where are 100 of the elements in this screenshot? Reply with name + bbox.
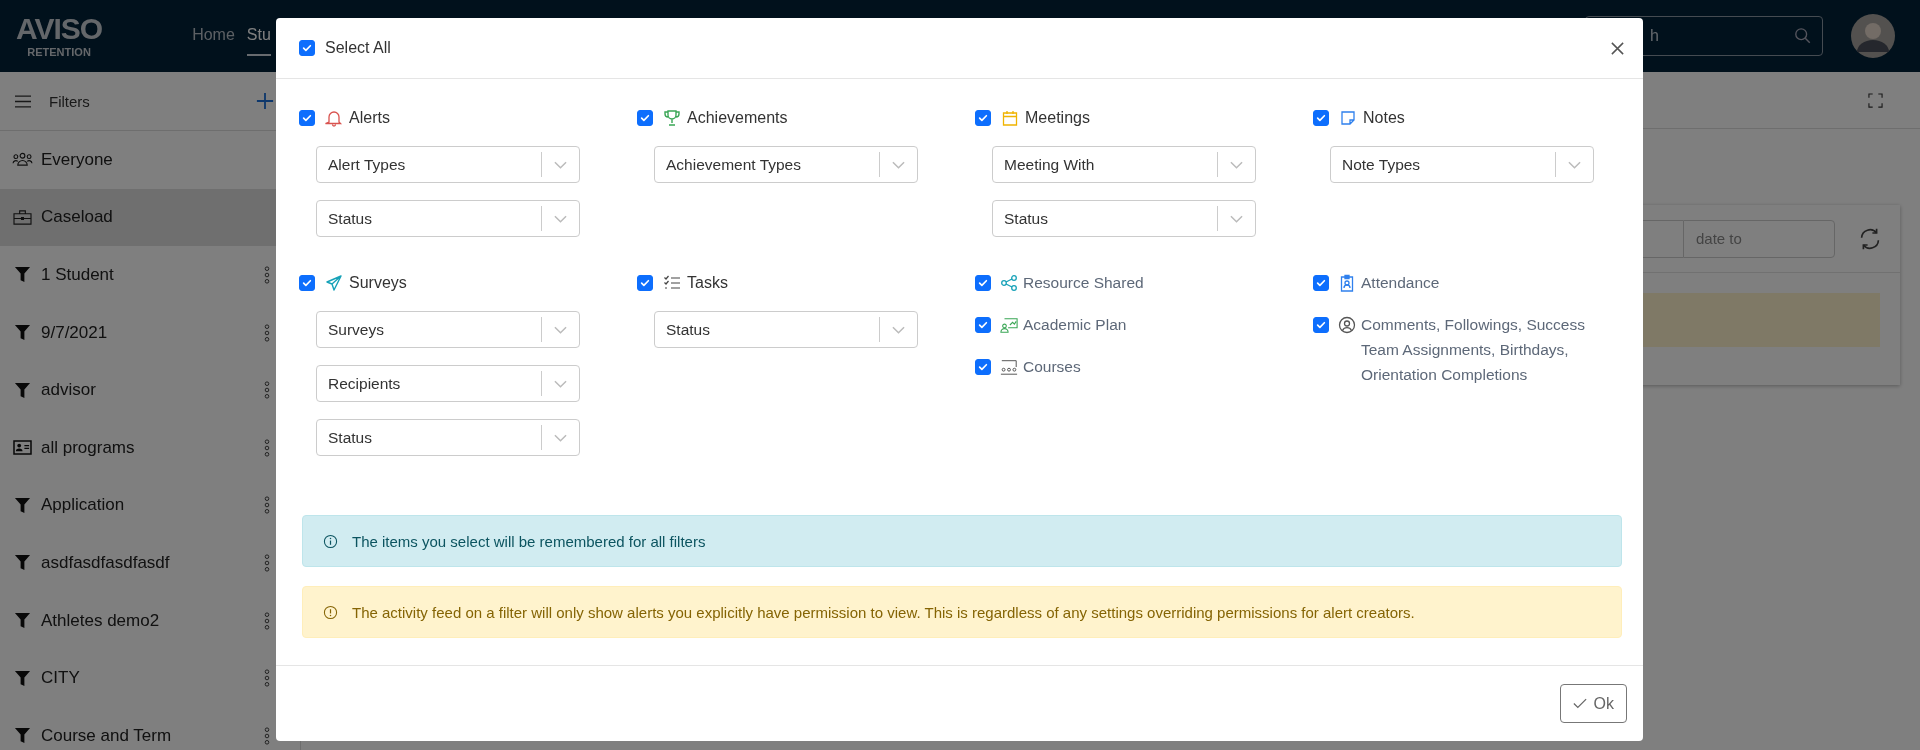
sidebar-item[interactable]: Application: [0, 476, 300, 535]
nav-link[interactable]: Stu: [246, 16, 271, 56]
sidebar-item[interactable]: all programs: [0, 418, 300, 477]
checkbox[interactable]: [1313, 275, 1329, 291]
funnel-icon: [12, 266, 33, 284]
checkmark-icon: [1315, 319, 1327, 331]
sidebar-item[interactable]: Everyone: [0, 131, 300, 189]
dropdown[interactable]: Status: [316, 200, 580, 237]
more-icon[interactable]: [264, 726, 270, 745]
menu-icon[interactable]: [15, 94, 31, 108]
checkbox[interactable]: [299, 275, 315, 291]
date-to-field[interactable]: date to: [1683, 219, 1835, 258]
checkbox[interactable]: [975, 110, 991, 126]
refresh-icon[interactable]: [1858, 226, 1882, 251]
sidebar-item[interactable]: 9/7/2021: [0, 303, 300, 362]
checkmark-icon: [301, 112, 313, 124]
chevron-icon: [892, 325, 905, 334]
share-icon: [1000, 274, 1018, 292]
option-label: Resource Shared: [1023, 273, 1145, 293]
checkbox[interactable]: [299, 110, 315, 126]
paper-plane-icon: [325, 274, 343, 292]
checkmark-icon: [1315, 112, 1327, 124]
sidebar-item[interactable]: Course and Term: [0, 706, 300, 750]
checkmark-icon: [639, 112, 651, 124]
checkbox[interactable]: [1313, 110, 1329, 126]
select-all-label: Select All: [325, 39, 391, 57]
id-badge-icon: [1338, 274, 1356, 292]
funnel-icon: [12, 669, 33, 687]
chevron-icon: [554, 160, 567, 169]
close-icon[interactable]: [1610, 40, 1625, 56]
chevron-icon: [554, 325, 567, 334]
note-icon: [1339, 109, 1357, 127]
dropdown[interactable]: Status: [316, 419, 580, 456]
checkbox[interactable]: [975, 359, 991, 375]
search-icon: [1794, 27, 1812, 45]
dropdown[interactable]: Surveys: [316, 311, 580, 348]
section-label: Alerts: [349, 109, 390, 127]
sidebar-item[interactable]: advisor: [0, 361, 300, 419]
option-label: Courses: [1023, 357, 1082, 377]
presentation-icon: [1000, 316, 1018, 334]
chevron-icon: [892, 160, 905, 169]
checkmark-icon: [639, 277, 651, 289]
section-label: Notes: [1363, 109, 1405, 127]
checkbox[interactable]: [975, 275, 991, 291]
user-circle-icon: [1338, 316, 1356, 334]
checkbox[interactable]: [975, 317, 991, 333]
more-icon[interactable]: [264, 669, 270, 688]
funnel-icon: [12, 496, 33, 514]
sidebar-item[interactable]: CITY: [0, 649, 300, 707]
checkmark-icon: [977, 112, 989, 124]
sidebar-item[interactable]: Athletes demo2: [0, 591, 300, 650]
dropdown[interactable]: Recipients: [316, 365, 580, 402]
ok-button[interactable]: Ok: [1559, 684, 1627, 723]
funnel-icon: [12, 612, 33, 630]
dropdown[interactable]: Note Types: [1330, 146, 1594, 183]
nav-link[interactable]: Home: [192, 16, 235, 56]
more-icon[interactable]: [264, 266, 270, 284]
sidebar-title: Filters: [49, 92, 91, 110]
checkbox[interactable]: [299, 40, 315, 56]
checkmark-icon: [977, 361, 989, 373]
option-label: Comments, Followings, Success Team Assignments, Birthdays, Orientation Completions: [1361, 315, 1586, 385]
more-icon[interactable]: [264, 438, 270, 457]
more-icon[interactable]: [264, 381, 270, 400]
expand-icon[interactable]: [1868, 92, 1883, 108]
checklist-icon: [663, 274, 681, 292]
dropdown[interactable]: Alert Types: [316, 146, 580, 183]
info-icon: [323, 533, 338, 549]
plus-icon[interactable]: [256, 92, 274, 110]
option-label: Attendance: [1361, 273, 1441, 293]
more-icon[interactable]: [264, 611, 270, 630]
bell-icon: [325, 109, 343, 127]
people-icon: [12, 151, 33, 169]
calendar-icon: [1001, 109, 1019, 127]
dropdown[interactable]: Status: [992, 200, 1256, 237]
more-icon[interactable]: [264, 323, 270, 342]
option-label: Academic Plan: [1023, 315, 1128, 335]
warning-icon: [323, 604, 338, 620]
funnel-icon: [12, 324, 33, 342]
checkmark-icon: [977, 319, 989, 331]
funnel-icon: [12, 381, 33, 399]
id-card-icon: [12, 439, 33, 457]
dropdown[interactable]: Status: [654, 311, 918, 348]
chevron-icon: [554, 379, 567, 388]
more-icon[interactable]: [264, 553, 270, 572]
checkmark-icon: [301, 277, 313, 289]
dropdown[interactable]: Achievement Types: [654, 146, 918, 183]
more-icon[interactable]: [264, 496, 270, 515]
checkbox[interactable]: [637, 275, 653, 291]
section-label: Surveys: [349, 274, 407, 292]
checkmark-icon: [977, 277, 989, 289]
sidebar-item[interactable]: 1 Student: [0, 246, 300, 304]
avatar[interactable]: [1851, 14, 1895, 58]
checkbox[interactable]: [637, 110, 653, 126]
chevron-icon: [1568, 160, 1581, 169]
section-label: Achievements: [687, 109, 788, 127]
checkbox[interactable]: [1313, 317, 1329, 333]
check-icon: [1572, 698, 1587, 709]
sidebar-item[interactable]: asdfasdfasdfasdf: [0, 534, 300, 592]
dropdown[interactable]: Meeting With: [992, 146, 1256, 183]
classroom-icon: [1000, 358, 1018, 376]
